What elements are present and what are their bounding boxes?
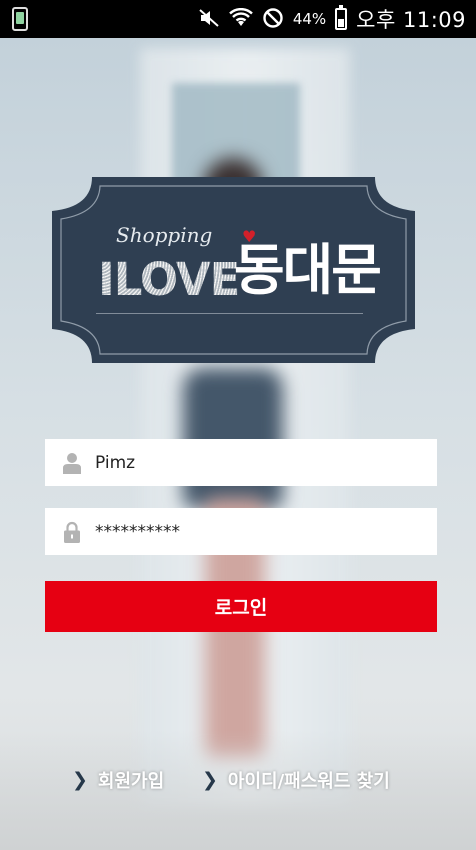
password-field[interactable] (45, 508, 437, 555)
username-field[interactable] (45, 439, 437, 486)
logo-divider (96, 313, 363, 314)
battery-icon (335, 5, 348, 30)
figure-top (183, 368, 283, 508)
lock-icon (61, 518, 83, 546)
blocked-icon (262, 7, 284, 32)
battery-percent: 44% (292, 10, 327, 28)
status-left (12, 7, 28, 31)
chevron-right-icon: ❯ (202, 769, 218, 791)
signup-label: 회원가입 (97, 771, 165, 792)
logo-shopping-text: Shopping (116, 223, 213, 247)
status-bar: 44% 오후 11:09 (0, 0, 476, 38)
login-button[interactable]: 로그인 (45, 581, 437, 632)
user-icon (61, 449, 83, 477)
find-account-label: 아이디/패스워드 찾기 (227, 771, 390, 792)
logo-brand-text: 동대문 (234, 238, 382, 302)
wifi-icon (228, 7, 253, 31)
status-right: 44% 오후 11:09 (198, 4, 466, 34)
app-logo: Shopping ♥ ILOVE 동대문 (52, 177, 415, 363)
username-input[interactable] (95, 442, 395, 483)
chevron-right-icon: ❯ (72, 769, 88, 791)
find-account-link[interactable]: ❯ 아이디/패스워드 찾기 (202, 764, 390, 796)
signup-link[interactable]: ❯ 회원가입 (72, 764, 164, 796)
logo-ilove-text: ILOVE (98, 253, 240, 306)
phone-icon (12, 7, 28, 31)
bottom-links: ❯ 회원가입 ❯ 아이디/패스워드 찾기 (0, 764, 476, 796)
mute-icon (198, 8, 220, 31)
password-input[interactable] (95, 511, 395, 552)
status-time: 오후 11:09 (356, 8, 466, 32)
